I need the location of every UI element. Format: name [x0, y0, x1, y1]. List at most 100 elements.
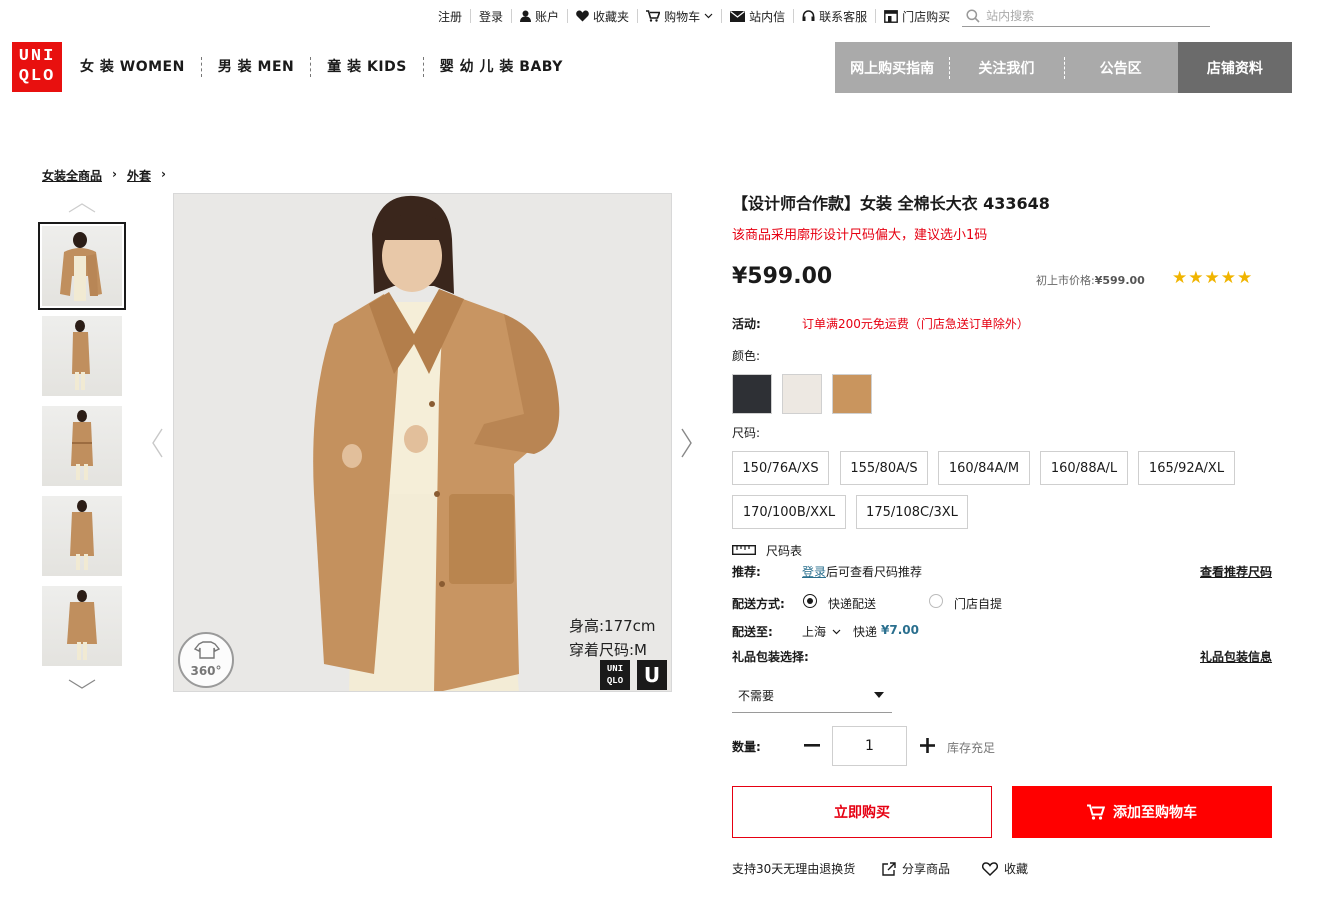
- nav-notice[interactable]: 公告区: [1063, 42, 1178, 93]
- messages-link[interactable]: 站内信: [721, 9, 793, 24]
- recommend-login-link[interactable]: 登录: [802, 565, 826, 579]
- account-label: 账户: [535, 9, 560, 24]
- size-chart-link[interactable]: 尺码表: [766, 542, 802, 559]
- thumb-down-arrow-icon[interactable]: [68, 679, 96, 689]
- model-height-text: 身高:177cm: [569, 617, 656, 635]
- category-nav: 女 装 WOMEN 男 装 MEN 童 装 KIDS 婴 幼 儿 装 BABY: [80, 57, 579, 77]
- size-option[interactable]: 165/92A/XL: [1138, 451, 1235, 485]
- uniqlo-logo[interactable]: UNI QLO: [12, 42, 62, 92]
- plus-icon[interactable]: [920, 738, 935, 753]
- nav-shopping-guide[interactable]: 网上购买指南: [835, 42, 950, 93]
- gift-info-link[interactable]: 礼品包装信息: [1200, 648, 1272, 665]
- thumbnail-1[interactable]: [38, 222, 126, 310]
- size-option[interactable]: 155/80A/S: [840, 451, 928, 485]
- breadcrumb: 女装全商品 › 外套 ›: [42, 167, 166, 184]
- login-link[interactable]: 登录: [470, 9, 511, 24]
- delivery-express-label: 快递配送: [828, 597, 877, 611]
- ship-fee: ¥7.00: [881, 623, 919, 637]
- user-icon: [520, 10, 532, 22]
- color-swatch-navy[interactable]: [732, 374, 772, 414]
- favorite-label: 收藏: [1004, 862, 1029, 876]
- category-baby[interactable]: 婴 幼 儿 装 BABY: [422, 57, 579, 77]
- delivery-pickup-label: 门店自提: [954, 597, 1003, 611]
- quantity-input[interactable]: 1: [832, 726, 907, 766]
- ruler-icon: [732, 545, 756, 555]
- service-label: 联系客服: [819, 9, 868, 24]
- gift-select[interactable]: 不需要: [732, 678, 892, 713]
- category-women[interactable]: 女 装 WOMEN: [80, 57, 201, 77]
- share-button[interactable]: 分享商品: [882, 860, 950, 877]
- logo-line1: UNI: [18, 47, 56, 66]
- cart-icon: [1087, 804, 1105, 820]
- share-label: 分享商品: [902, 862, 951, 876]
- thumb-up-arrow-icon[interactable]: [68, 203, 96, 213]
- nav-store-info[interactable]: 店铺资料: [1177, 42, 1292, 93]
- store-label: 门店购买: [902, 9, 951, 24]
- cart-icon: [646, 10, 661, 22]
- view-360-button[interactable]: 360°: [178, 632, 234, 688]
- buy-now-button[interactable]: 立即购买: [732, 786, 992, 838]
- size-label: 尺码:: [732, 426, 761, 440]
- store-link[interactable]: 门店购买: [875, 9, 958, 24]
- thumbnail-2[interactable]: [42, 316, 122, 396]
- uniqlo-mini-logo: UNI QLO: [600, 660, 630, 690]
- next-image-arrow-icon[interactable]: [681, 428, 693, 458]
- nav-follow-us[interactable]: 关注我们: [949, 42, 1064, 93]
- rating-stars[interactable]: ★★★★★: [1172, 268, 1253, 288]
- color-swatch-brown[interactable]: [832, 374, 872, 414]
- caret-down-icon: [874, 692, 884, 698]
- u-logo: U: [637, 660, 667, 690]
- add-to-cart-label: 添加至购物车: [1113, 805, 1197, 821]
- add-to-cart-button[interactable]: 添加至购物车: [1012, 786, 1272, 838]
- ship-to-label: 配送至:: [732, 625, 773, 639]
- thumbnail-4[interactable]: [42, 496, 122, 576]
- color-swatch-white[interactable]: [782, 374, 822, 414]
- utility-bar: 注册 登录 账户 收藏夹 购物车 站内信 联系客服 门店购买: [438, 6, 1211, 27]
- thumbnail-5[interactable]: [42, 586, 122, 666]
- minus-icon[interactable]: [804, 744, 820, 748]
- heart-icon: [576, 10, 589, 22]
- delivery-label: 配送方式:: [732, 597, 785, 611]
- search-input[interactable]: [986, 8, 1187, 23]
- stock-status: 库存充足: [947, 741, 996, 755]
- breadcrumb-women-all[interactable]: 女装全商品: [42, 167, 102, 184]
- logo-line2: QLO: [18, 67, 56, 86]
- recommend-text: 登录后可查看尺码推荐: [802, 565, 923, 579]
- size-option[interactable]: 170/100B/XXL: [732, 495, 846, 529]
- cart-link[interactable]: 购物车: [637, 9, 721, 24]
- favorite-button[interactable]: 收藏: [982, 860, 1028, 877]
- thumbnail-image: [60, 232, 102, 301]
- search-icon[interactable]: [966, 8, 980, 23]
- rotate-shirt-icon: [193, 641, 221, 659]
- prev-image-arrow-icon[interactable]: [151, 428, 163, 458]
- radio-express[interactable]: [803, 594, 817, 608]
- info-nav: 网上购买指南 关注我们 公告区 店铺资料: [835, 42, 1292, 93]
- cart-label: 购物车: [664, 9, 701, 24]
- radio-pickup[interactable]: [929, 594, 943, 608]
- favorites-link[interactable]: 收藏夹: [567, 9, 637, 24]
- recommend-size-link[interactable]: 查看推荐尺码: [1200, 563, 1272, 580]
- heart-outline-icon: [982, 861, 998, 876]
- register-link[interactable]: 注册: [438, 9, 470, 24]
- category-men[interactable]: 男 装 MEN: [200, 57, 310, 77]
- category-kids[interactable]: 童 装 KIDS: [310, 57, 423, 77]
- thumbnail-3[interactable]: [42, 406, 122, 486]
- size-option[interactable]: 160/88A/L: [1040, 451, 1128, 485]
- ship-city-select[interactable]: 上海: [802, 623, 841, 640]
- service-link[interactable]: 联系客服: [793, 9, 875, 24]
- chevron-down-icon: [704, 13, 713, 19]
- gift-label: 礼品包装选择:: [732, 650, 809, 664]
- size-option[interactable]: 175/108C/3XL: [856, 495, 968, 529]
- account-link[interactable]: 账户: [511, 9, 567, 24]
- original-price: 初上市价格:¥599.00: [1036, 274, 1145, 287]
- size-option[interactable]: 160/84A/M: [938, 451, 1030, 485]
- messages-label: 站内信: [749, 9, 786, 24]
- badge-360-text: 360°: [190, 664, 222, 678]
- breadcrumb-outerwear[interactable]: 外套: [127, 167, 151, 184]
- thumbnail-image: [72, 320, 90, 390]
- size-option[interactable]: 150/76A/XS: [732, 451, 829, 485]
- headset-icon: [802, 10, 815, 21]
- chevron-right-icon: ›: [112, 167, 117, 181]
- thumbnail-image: [70, 500, 94, 570]
- promo-label: 活动:: [732, 317, 761, 331]
